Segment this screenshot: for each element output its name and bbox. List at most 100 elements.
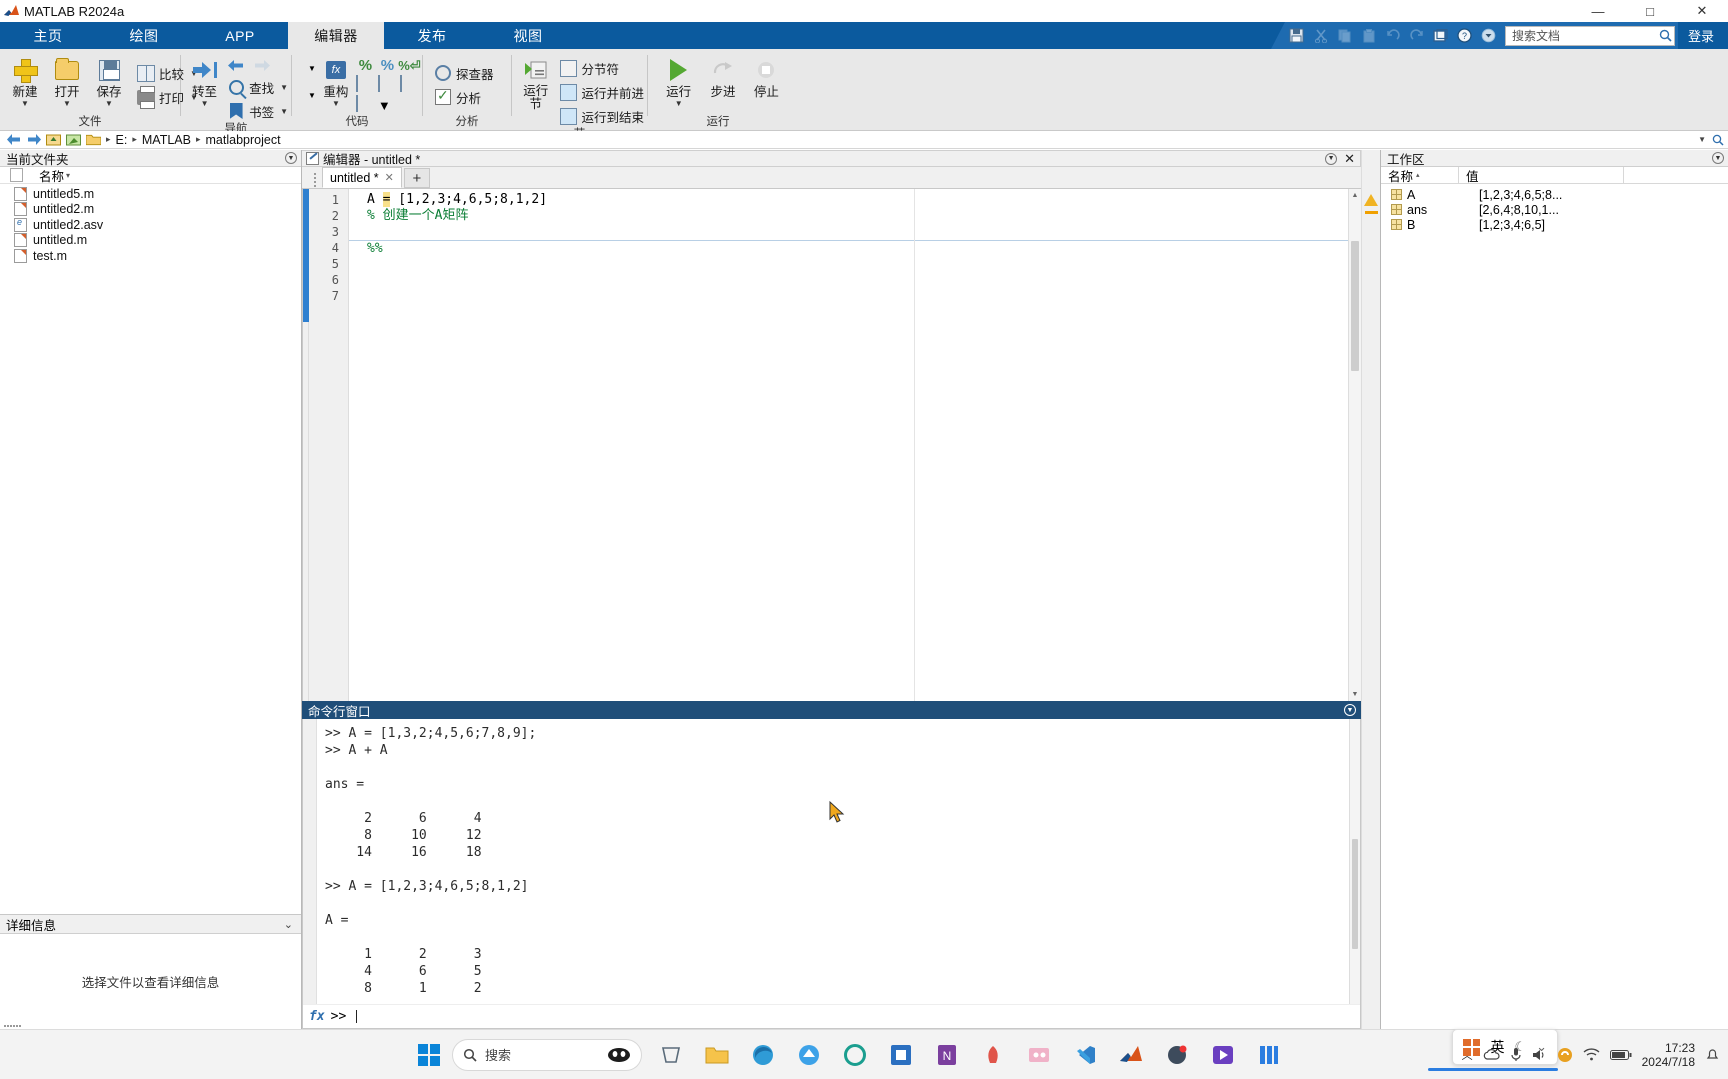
open-caret-icon[interactable]: ▼ [63,100,71,108]
run-advance-button[interactable]: 运行并前进 [556,80,647,104]
find-caret-icon[interactable]: ▼ [280,83,288,92]
scroll-down-icon[interactable]: ▼ [1349,688,1361,701]
code-analyzer-strip[interactable] [1361,150,1380,1029]
editor-options-icon[interactable]: ▼ [1325,152,1338,165]
taskbar-search[interactable]: 搜索 [452,1038,642,1071]
back-arrow-icon[interactable] [6,133,21,147]
tab-editor[interactable]: 编辑器 [288,22,384,49]
quick-undo-icon[interactable] [1381,25,1405,47]
quick-redo-icon[interactable] [1405,25,1429,47]
workspace-col-value[interactable]: 值 [1459,167,1624,184]
table-row[interactable]: ans [2,6,4;8,10,1... [1381,202,1728,217]
fx-icon[interactable]: fx [309,1009,325,1024]
app5-icon[interactable] [838,1038,872,1072]
table-row[interactable]: B [1,2;3,4;6,5] [1381,217,1728,232]
tab-apps[interactable]: APP [192,22,288,49]
path-dropdown-icon[interactable]: ▼ [1698,135,1706,144]
help-icon[interactable]: ? [1453,25,1477,47]
firefox-icon[interactable] [792,1038,826,1072]
nav-back-forward[interactable] [224,56,291,75]
forward-arrow-icon[interactable] [26,133,41,147]
tab-publish[interactable]: 发布 [384,22,480,49]
quick-copy-icon[interactable] [1333,25,1357,47]
media-icon[interactable] [1206,1038,1240,1072]
function-caret-icon[interactable]: ▼ [378,98,391,113]
refactor-caret-icon[interactable]: ▼ [332,100,340,108]
quick-save-icon[interactable] [1285,25,1309,47]
close-icon[interactable]: ✕ [1344,152,1355,165]
tab-view[interactable]: 视图 [480,22,576,49]
resize-grip[interactable] [4,1025,21,1027]
save-button[interactable]: 保存 ▼ [88,53,130,108]
profiler-button[interactable]: 探查器 [431,61,497,85]
editor-vertical-scrollbar[interactable]: ▲ ▼ [1348,189,1361,701]
quick-layout-icon[interactable] [1429,25,1453,47]
code-text-area[interactable]: A = [1,2,3;4,6,5;8,1,2] % 创建一个A矩阵 %% [349,189,1348,701]
sogou-icon[interactable] [1557,1047,1573,1063]
run-to-end-button[interactable]: 运行到结束 [556,104,647,128]
run-caret-icon[interactable]: ▼ [675,100,683,108]
vscode-icon[interactable] [1068,1038,1102,1072]
code-editor[interactable]: 1 2 3 4 5 6 7 A = [1,2,3;4,6,5;8,1,2] % … [302,189,1361,701]
workspace-options-icon[interactable]: ▼ [1712,152,1724,164]
name-column-header[interactable]: 名称 [39,166,64,185]
quick-more-icon[interactable] [1477,25,1501,47]
section-break-button[interactable]: 分节符 [556,56,647,80]
maximize-button[interactable]: □ [1624,0,1676,22]
save-caret-icon[interactable]: ▼ [105,100,113,108]
editor-tab-untitled[interactable]: untitled * ✕ [322,167,402,188]
breadcrumb-matlabproject[interactable]: matlabproject [206,133,281,147]
list-item[interactable]: untitled2.asv [0,217,301,233]
widgets-icon[interactable] [654,1038,688,1072]
function-icon[interactable] [355,95,375,114]
sign-in-button[interactable]: 登录 [1678,26,1728,45]
details-header[interactable]: 详细信息 ⌄ [0,914,301,934]
analyze-button[interactable]: 分析 [431,85,497,109]
onenote-icon[interactable]: N [930,1038,964,1072]
comment-icon[interactable]: % [356,56,375,74]
list-item[interactable]: untitled5.m [0,186,301,202]
edge-icon[interactable] [746,1038,780,1072]
command-prompt-row[interactable]: fx >> [303,1004,1360,1028]
close-button[interactable]: ✕ [1676,0,1728,22]
indent-right-icon[interactable] [377,75,397,94]
workspace-col-name[interactable]: 名称 ▴ [1381,167,1459,184]
tab-grip-handle[interactable] [314,172,320,188]
app8-icon[interactable] [976,1038,1010,1072]
list-item[interactable]: untitled.m [0,233,301,249]
close-icon[interactable]: ✕ [385,171,394,184]
tab-home[interactable]: 主页 [0,22,96,49]
stop-button[interactable]: 停止 [745,53,788,99]
windows-logo-icon[interactable] [418,1043,440,1066]
documentation-search[interactable]: 搜索文档 [1504,25,1675,46]
step-button[interactable]: 步进 [701,53,744,99]
battery-icon[interactable] [1609,1049,1632,1061]
copilot-icon[interactable] [607,1047,631,1063]
scrollbar-thumb[interactable] [1351,241,1359,371]
app9-icon[interactable] [1022,1038,1056,1072]
chevron-up-icon[interactable]: ︿ [1462,1047,1473,1063]
back-arrow-icon[interactable] [227,57,245,75]
smart-indent-icon[interactable] [355,75,375,94]
bookmark-button[interactable]: 书签 ▼ [224,99,291,123]
breadcrumb-drive[interactable]: E: [116,133,128,147]
app12-icon[interactable] [1160,1038,1194,1072]
sort-arrow-icon[interactable]: ▾ [66,171,70,180]
forward-arrow-icon[interactable] [253,57,271,75]
up-folder-icon[interactable] [46,133,61,147]
list-item[interactable]: untitled2.m [0,202,301,218]
indent-left-icon[interactable] [399,75,419,94]
bookmark-caret-icon[interactable]: ▼ [280,107,288,116]
goto-caret-icon[interactable]: ▼ [201,100,209,108]
taskbar-clock[interactable]: 17:23 2024/7/18 [1642,1041,1695,1069]
run-section-button[interactable]: 运行 节 [518,53,553,111]
new-caret-icon[interactable]: ▼ [21,100,29,108]
app14-icon[interactable] [1252,1038,1286,1072]
scrollbar-thumb[interactable] [1352,839,1358,949]
matlab-icon[interactable] [1114,1038,1148,1072]
command-window-scrollbar[interactable] [1349,719,1360,1028]
minimize-button[interactable]: — [1572,0,1624,22]
find-button[interactable]: 查找 ▼ [224,75,291,99]
open-button[interactable]: 打开 ▼ [46,53,88,108]
refactor-button[interactable]: fx 重构 ▼ [316,53,356,108]
